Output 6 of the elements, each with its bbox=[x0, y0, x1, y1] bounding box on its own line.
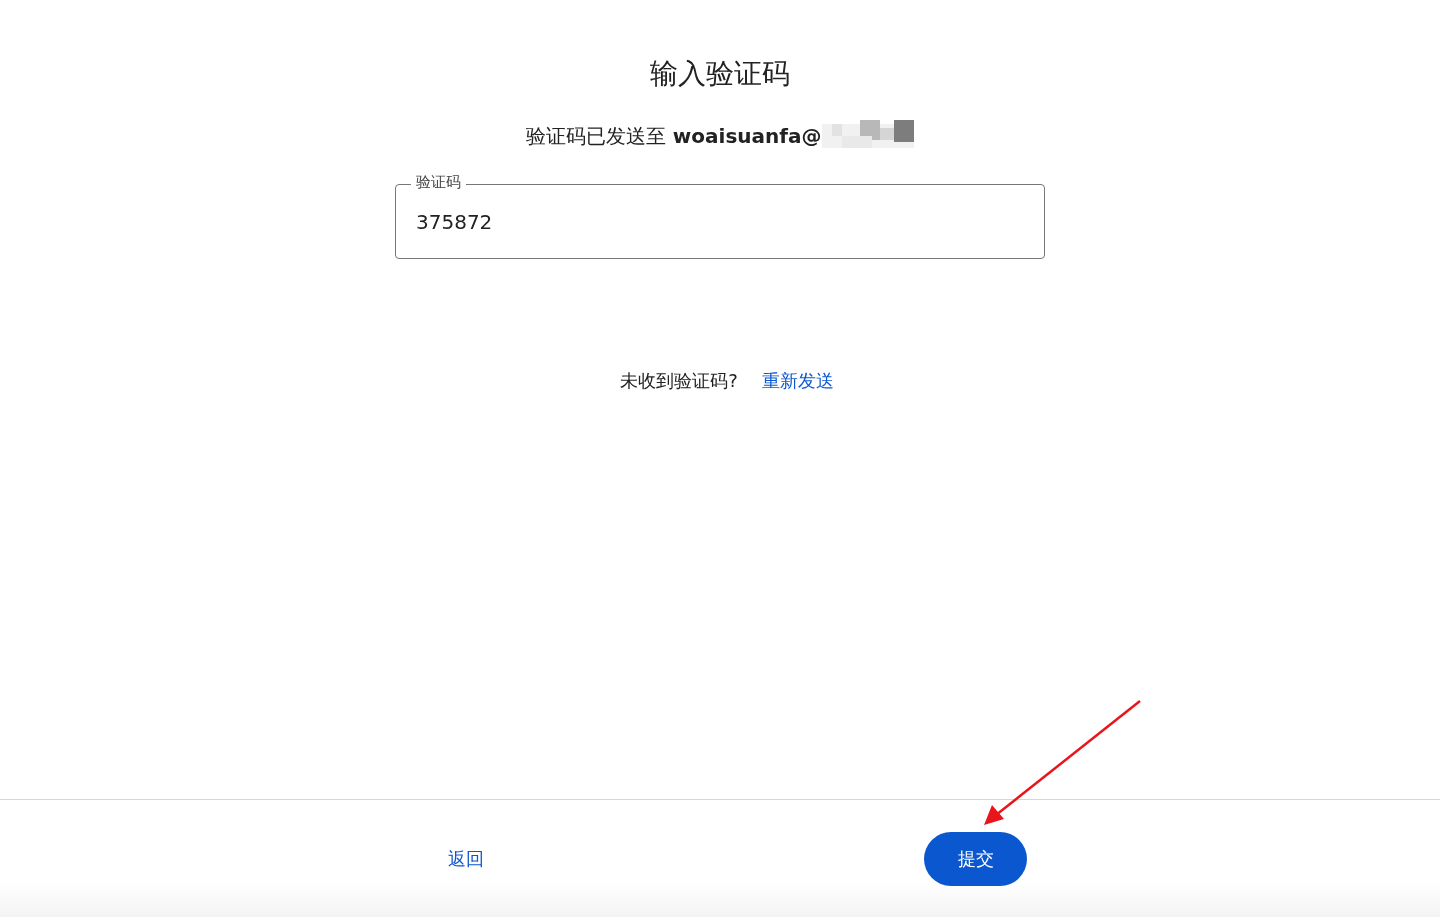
page-title: 输入验证码 bbox=[650, 56, 790, 92]
submit-button[interactable]: 提交 bbox=[924, 831, 1027, 886]
resend-prompt: 未收到验证码? bbox=[620, 369, 738, 393]
back-link[interactable]: 返回 bbox=[448, 846, 484, 871]
resend-link[interactable]: 重新发送 bbox=[761, 369, 834, 393]
sent-notice: 验证码已发送至 woaisuanfa@ bbox=[526, 123, 822, 150]
